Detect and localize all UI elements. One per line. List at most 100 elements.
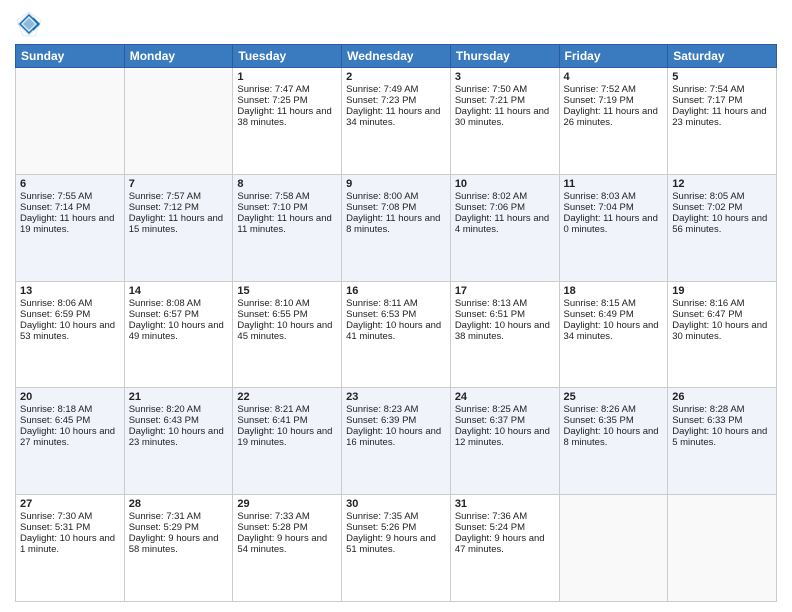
day-info-line: Sunset: 7:02 PM [672,202,772,213]
day-number: 18 [564,285,664,297]
day-number: 27 [20,498,120,510]
day-number: 19 [672,285,772,297]
calendar-cell: 25Sunrise: 8:26 AMSunset: 6:35 PMDayligh… [559,388,668,495]
day-info-line: Sunrise: 8:02 AM [455,191,555,202]
weekday-header-monday: Monday [124,45,233,68]
day-info-line: Sunrise: 8:18 AM [20,404,120,415]
weekday-header-friday: Friday [559,45,668,68]
weekday-header-wednesday: Wednesday [342,45,451,68]
day-info-line: Sunrise: 7:33 AM [237,511,337,522]
day-info-line: Sunset: 5:29 PM [129,522,229,533]
day-info-line: Sunset: 7:10 PM [237,202,337,213]
day-number: 3 [455,71,555,83]
day-info-line: Sunset: 6:37 PM [455,415,555,426]
day-number: 12 [672,178,772,190]
day-info-line: Daylight: 10 hours and 38 minutes. [455,320,555,342]
day-info-line: Sunset: 7:23 PM [346,95,446,106]
day-info-line: Sunrise: 7:58 AM [237,191,337,202]
calendar-cell: 27Sunrise: 7:30 AMSunset: 5:31 PMDayligh… [16,495,125,602]
day-info-line: Sunrise: 7:52 AM [564,84,664,95]
page: SundayMondayTuesdayWednesdayThursdayFrid… [0,0,792,612]
day-number: 1 [237,71,337,83]
calendar-cell: 14Sunrise: 8:08 AMSunset: 6:57 PMDayligh… [124,281,233,388]
calendar-cell: 7Sunrise: 7:57 AMSunset: 7:12 PMDaylight… [124,174,233,281]
calendar-cell: 29Sunrise: 7:33 AMSunset: 5:28 PMDayligh… [233,495,342,602]
calendar-cell: 5Sunrise: 7:54 AMSunset: 7:17 PMDaylight… [668,68,777,175]
day-number: 4 [564,71,664,83]
day-info-line: Sunset: 7:25 PM [237,95,337,106]
day-info-line: Daylight: 10 hours and 45 minutes. [237,320,337,342]
day-number: 31 [455,498,555,510]
calendar-cell [16,68,125,175]
calendar-cell: 6Sunrise: 7:55 AMSunset: 7:14 PMDaylight… [16,174,125,281]
day-number: 2 [346,71,446,83]
day-info-line: Sunset: 6:45 PM [20,415,120,426]
day-info-line: Sunset: 5:31 PM [20,522,120,533]
day-number: 7 [129,178,229,190]
calendar-cell: 20Sunrise: 8:18 AMSunset: 6:45 PMDayligh… [16,388,125,495]
day-info-line: Sunset: 5:26 PM [346,522,446,533]
day-info-line: Daylight: 10 hours and 16 minutes. [346,426,446,448]
day-info-line: Daylight: 10 hours and 41 minutes. [346,320,446,342]
day-number: 10 [455,178,555,190]
day-info-line: Daylight: 10 hours and 23 minutes. [129,426,229,448]
day-number: 29 [237,498,337,510]
day-info-line: Daylight: 10 hours and 53 minutes. [20,320,120,342]
day-info-line: Sunset: 5:24 PM [455,522,555,533]
day-number: 23 [346,391,446,403]
day-info-line: Sunrise: 7:50 AM [455,84,555,95]
day-info-line: Daylight: 10 hours and 27 minutes. [20,426,120,448]
day-info-line: Sunset: 7:21 PM [455,95,555,106]
day-info-line: Daylight: 10 hours and 12 minutes. [455,426,555,448]
day-info-line: Sunset: 6:57 PM [129,309,229,320]
day-info-line: Sunset: 7:17 PM [672,95,772,106]
day-info-line: Sunrise: 7:55 AM [20,191,120,202]
day-info-line: Sunrise: 8:15 AM [564,298,664,309]
day-number: 24 [455,391,555,403]
day-info-line: Sunrise: 8:05 AM [672,191,772,202]
day-info-line: Sunrise: 8:00 AM [346,191,446,202]
day-info-line: Daylight: 11 hours and 11 minutes. [237,213,337,235]
calendar-week-row: 13Sunrise: 8:06 AMSunset: 6:59 PMDayligh… [16,281,777,388]
day-info-line: Sunset: 6:53 PM [346,309,446,320]
day-info-line: Daylight: 9 hours and 51 minutes. [346,533,446,555]
day-info-line: Sunset: 6:49 PM [564,309,664,320]
day-info-line: Daylight: 11 hours and 15 minutes. [129,213,229,235]
calendar-cell: 24Sunrise: 8:25 AMSunset: 6:37 PMDayligh… [450,388,559,495]
day-info-line: Daylight: 11 hours and 34 minutes. [346,106,446,128]
day-info-line: Daylight: 10 hours and 30 minutes. [672,320,772,342]
day-info-line: Sunset: 6:41 PM [237,415,337,426]
calendar-cell: 2Sunrise: 7:49 AMSunset: 7:23 PMDaylight… [342,68,451,175]
day-info-line: Daylight: 9 hours and 58 minutes. [129,533,229,555]
day-number: 16 [346,285,446,297]
day-number: 30 [346,498,446,510]
calendar-cell: 4Sunrise: 7:52 AMSunset: 7:19 PMDaylight… [559,68,668,175]
day-number: 28 [129,498,229,510]
weekday-header-thursday: Thursday [450,45,559,68]
day-number: 8 [237,178,337,190]
day-info-line: Sunrise: 8:03 AM [564,191,664,202]
day-info-line: Sunrise: 7:30 AM [20,511,120,522]
calendar-cell: 3Sunrise: 7:50 AMSunset: 7:21 PMDaylight… [450,68,559,175]
day-info-line: Daylight: 11 hours and 19 minutes. [20,213,120,235]
day-number: 9 [346,178,446,190]
day-info-line: Sunset: 6:51 PM [455,309,555,320]
day-number: 17 [455,285,555,297]
logo [15,10,46,38]
day-info-line: Daylight: 9 hours and 54 minutes. [237,533,337,555]
day-info-line: Sunrise: 7:47 AM [237,84,337,95]
calendar-cell: 31Sunrise: 7:36 AMSunset: 5:24 PMDayligh… [450,495,559,602]
calendar-cell: 22Sunrise: 8:21 AMSunset: 6:41 PMDayligh… [233,388,342,495]
day-info-line: Daylight: 11 hours and 38 minutes. [237,106,337,128]
day-number: 15 [237,285,337,297]
calendar-cell: 13Sunrise: 8:06 AMSunset: 6:59 PMDayligh… [16,281,125,388]
weekday-header-saturday: Saturday [668,45,777,68]
calendar-cell: 15Sunrise: 8:10 AMSunset: 6:55 PMDayligh… [233,281,342,388]
calendar-week-row: 6Sunrise: 7:55 AMSunset: 7:14 PMDaylight… [16,174,777,281]
day-info-line: Daylight: 10 hours and 19 minutes. [237,426,337,448]
day-info-line: Sunrise: 8:06 AM [20,298,120,309]
calendar-cell: 30Sunrise: 7:35 AMSunset: 5:26 PMDayligh… [342,495,451,602]
day-info-line: Sunset: 6:55 PM [237,309,337,320]
weekday-header-tuesday: Tuesday [233,45,342,68]
day-info-line: Sunset: 7:12 PM [129,202,229,213]
